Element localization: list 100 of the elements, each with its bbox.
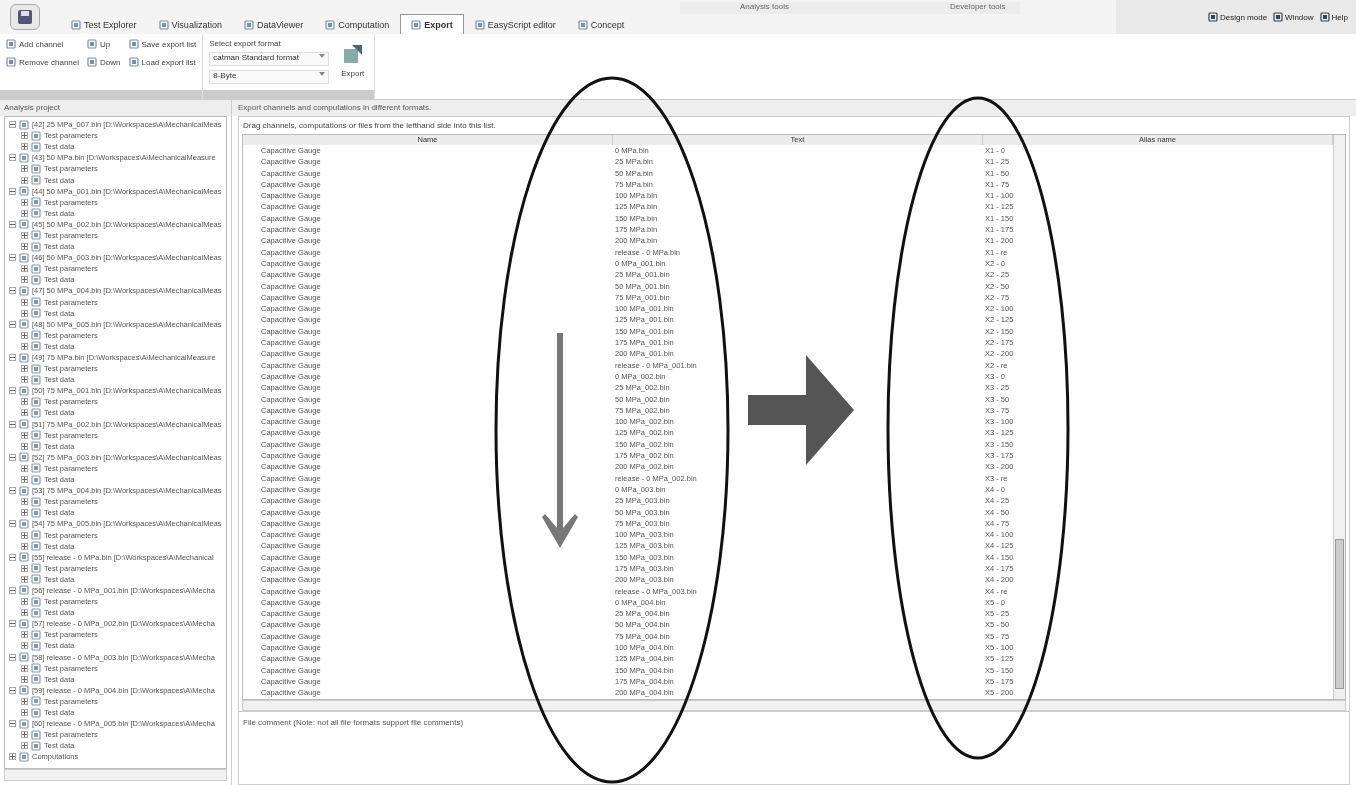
expand-icon[interactable] [21, 664, 28, 672]
toolbar-button[interactable]: Add channel [6, 39, 80, 49]
toolbar-button[interactable]: Load export list [128, 57, 197, 67]
collapse-icon[interactable] [9, 453, 16, 461]
ribbon-tab[interactable]: Export [400, 14, 464, 34]
expand-icon[interactable] [21, 398, 28, 406]
expand-icon[interactable] [21, 198, 28, 206]
export-button[interactable]: Export [337, 37, 369, 87]
file-icon [19, 385, 29, 396]
expand-icon[interactable] [21, 442, 28, 450]
expand-icon[interactable] [21, 609, 28, 617]
expand-icon[interactable] [21, 265, 28, 273]
expand-icon[interactable] [21, 132, 28, 140]
expand-icon[interactable] [21, 542, 28, 550]
node-icon [31, 474, 41, 485]
ribbon-tab[interactable]: Concept [566, 14, 636, 34]
node-icon [31, 396, 41, 407]
tab-icon [158, 19, 169, 30]
expand-icon[interactable] [21, 642, 28, 650]
scrollbar[interactable] [4, 769, 227, 781]
expand-icon[interactable] [21, 731, 28, 739]
ribbon-tab[interactable]: Computation [314, 14, 401, 34]
expand-icon[interactable] [21, 476, 28, 484]
expand-icon[interactable] [21, 165, 28, 173]
file-icon [19, 552, 29, 563]
application-button[interactable] [10, 4, 40, 30]
move-icon [87, 57, 98, 67]
expand-icon[interactable] [21, 342, 28, 350]
expand-icon[interactable] [21, 431, 28, 439]
expand-icon[interactable] [21, 176, 28, 184]
collapse-icon[interactable] [9, 487, 16, 495]
expand-icon[interactable] [21, 631, 28, 639]
caret-icon [319, 53, 326, 59]
expand-icon[interactable] [21, 298, 28, 306]
scrollbar[interactable] [1333, 135, 1345, 699]
node-icon [31, 541, 41, 552]
collapse-icon[interactable] [9, 587, 16, 594]
expand-icon[interactable] [21, 276, 28, 284]
collapse-icon[interactable] [9, 121, 16, 129]
scrollbar[interactable] [242, 699, 1346, 711]
expand-icon[interactable] [21, 143, 28, 151]
expand-icon[interactable] [21, 309, 28, 317]
toolbar-button[interactable]: Remove channel [6, 57, 80, 67]
expand-icon[interactable] [21, 365, 28, 373]
ribbon-tab[interactable]: Test Explorer [60, 14, 148, 34]
collapse-icon[interactable] [9, 287, 16, 295]
expand-icon[interactable] [21, 675, 28, 683]
expand-icon[interactable] [21, 709, 28, 716]
expand-icon[interactable] [21, 409, 28, 417]
expand-icon[interactable] [21, 498, 28, 506]
node-icon [31, 163, 41, 174]
format-dropdown[interactable]: catman Standard format [209, 52, 330, 66]
file-icon [19, 285, 29, 296]
node-icon [31, 374, 41, 385]
expand-icon[interactable] [21, 564, 28, 572]
toolbar-button[interactable]: Down [87, 57, 121, 67]
file-icon [19, 485, 29, 496]
node-icon [31, 496, 41, 507]
expand-icon[interactable] [21, 598, 28, 606]
collapse-icon[interactable] [9, 520, 16, 528]
ribbon-tab[interactable]: DataViewer [232, 14, 315, 34]
collapse-icon[interactable] [9, 720, 16, 728]
expand-icon[interactable] [21, 209, 28, 217]
expand-icon[interactable] [21, 509, 28, 517]
format-dropdown[interactable]: 8-Byte [209, 70, 330, 84]
node-icon [31, 441, 41, 452]
expand-icon[interactable] [21, 232, 28, 239]
expand-icon[interactable] [21, 742, 28, 750]
expand-icon[interactable] [21, 697, 28, 705]
collapse-icon[interactable] [9, 387, 16, 395]
collapse-icon[interactable] [9, 187, 16, 195]
toolbar-button[interactable]: Save export list [128, 39, 197, 49]
expand-icon[interactable] [21, 376, 28, 384]
collapse-icon[interactable] [9, 354, 16, 361]
collapse-icon[interactable] [9, 653, 16, 661]
collapse-icon[interactable] [9, 420, 16, 428]
collapse-icon[interactable] [9, 320, 16, 328]
format-label: Select export format [209, 39, 282, 48]
ribbon-tab[interactable]: EasyScript editor [463, 14, 567, 34]
collapse-icon[interactable] [9, 620, 16, 628]
menu-item[interactable]: Design mode [1207, 12, 1268, 22]
collapse-icon[interactable] [9, 254, 16, 262]
toolbar-button[interactable]: Up [87, 39, 121, 49]
menu-item[interactable]: Help [1319, 12, 1348, 22]
expand-icon[interactable] [21, 331, 28, 339]
collapse-icon[interactable] [9, 686, 16, 694]
file-icon [19, 119, 29, 130]
expand-icon[interactable] [9, 753, 16, 761]
channel-icon [6, 57, 16, 67]
expand-icon[interactable] [21, 531, 28, 539]
tab-icon [325, 19, 336, 30]
collapse-icon[interactable] [9, 220, 16, 228]
ribbon-tab[interactable]: Visualization [147, 14, 233, 34]
expand-icon[interactable] [21, 243, 28, 251]
expand-icon[interactable] [21, 464, 28, 472]
menu-item[interactable]: Window [1273, 12, 1314, 22]
collapse-icon[interactable] [9, 154, 16, 162]
expand-icon[interactable] [21, 575, 28, 583]
collapse-icon[interactable] [9, 553, 16, 561]
tab-icon [243, 19, 254, 30]
